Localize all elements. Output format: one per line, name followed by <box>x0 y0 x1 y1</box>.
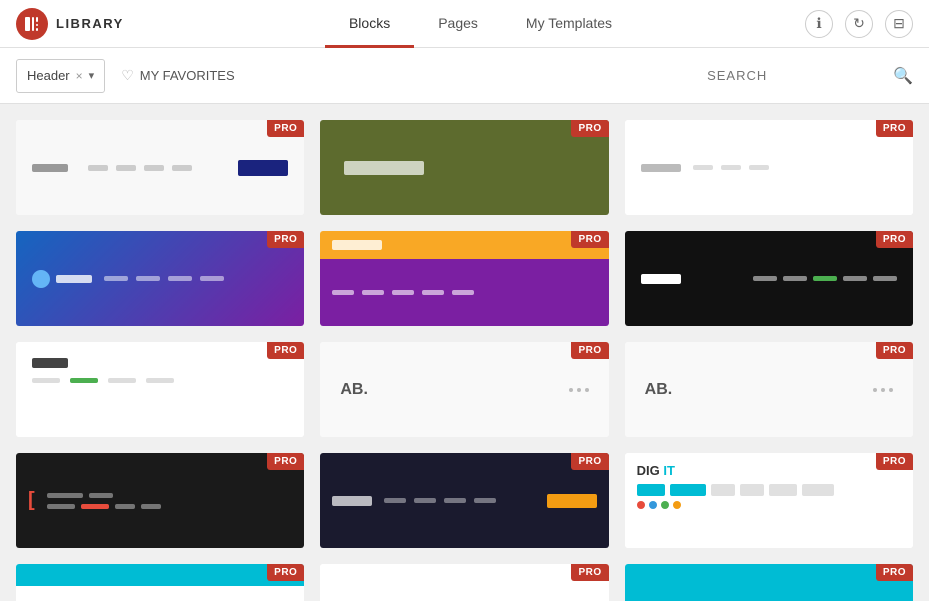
heart-icon: ♡ <box>121 67 134 84</box>
search-icon[interactable]: 🔍 <box>893 66 913 86</box>
clear-filter-button[interactable]: × <box>76 69 83 83</box>
template-card-6[interactable]: PRO <box>625 231 913 326</box>
refresh-icon-button[interactable]: ↻ <box>845 10 873 38</box>
pro-badge: PRO <box>876 231 913 248</box>
tab-pages[interactable]: Pages <box>414 0 502 48</box>
template-card-15[interactable]: PRO <box>625 564 913 601</box>
favorites-label: MY FAVORITES <box>140 68 235 83</box>
save-icon-button[interactable]: ⊟ <box>885 10 913 38</box>
template-preview-5 <box>320 231 608 326</box>
template-card-12[interactable]: DIG IT PRO <box>625 453 913 548</box>
pro-badge: PRO <box>876 342 913 359</box>
template-card-13[interactable]: PRO <box>16 564 304 601</box>
template-preview-9: AB. <box>625 342 913 437</box>
template-preview-7 <box>16 342 304 437</box>
filter-dropdown[interactable]: Header × ▾ <box>16 59 105 93</box>
elementor-logo-icon <box>16 8 48 40</box>
pro-badge: PRO <box>267 342 304 359</box>
header: LIBRARY Blocks Pages My Templates ℹ ↻ ⊟ <box>0 0 929 48</box>
template-card-10[interactable]: [ PRO <box>16 453 304 548</box>
template-preview-12: DIG IT <box>625 453 913 548</box>
template-card-3[interactable]: PRO <box>625 120 913 215</box>
template-card-8[interactable]: AB. PRO <box>320 342 608 437</box>
filter-value: Header <box>27 68 70 83</box>
chevron-down-icon: ▾ <box>89 69 95 82</box>
header-icons: ℹ ↻ ⊟ <box>805 10 913 38</box>
template-preview-10: [ <box>16 453 304 548</box>
pro-badge: PRO <box>571 564 608 581</box>
tab-my-templates[interactable]: My Templates <box>502 0 636 48</box>
template-preview-15 <box>625 564 913 601</box>
pro-badge: PRO <box>571 342 608 359</box>
tab-blocks[interactable]: Blocks <box>325 0 414 48</box>
pro-badge: PRO <box>571 120 608 137</box>
pro-badge: PRO <box>571 453 608 470</box>
pro-badge: PRO <box>876 453 913 470</box>
search-input[interactable] <box>707 68 887 83</box>
template-preview-3 <box>625 120 913 215</box>
template-card-9[interactable]: AB. PRO <box>625 342 913 437</box>
template-card-2[interactable]: PRO <box>320 120 608 215</box>
toolbar: Header × ▾ ♡ MY FAVORITES 🔍 <box>0 48 929 104</box>
template-preview-4 <box>16 231 304 326</box>
favorites-button[interactable]: ♡ MY FAVORITES <box>121 67 234 84</box>
template-grid: PRO PRO PRO <box>0 104 929 601</box>
pro-badge: PRO <box>571 231 608 248</box>
tabs: Blocks Pages My Templates <box>156 0 805 47</box>
pro-badge: PRO <box>876 564 913 581</box>
pro-badge: PRO <box>267 120 304 137</box>
template-card-4[interactable]: PRO <box>16 231 304 326</box>
info-icon-button[interactable]: ℹ <box>805 10 833 38</box>
template-preview-2 <box>320 120 608 215</box>
pro-badge: PRO <box>267 564 304 581</box>
search-area: 🔍 <box>707 66 913 86</box>
template-preview-11 <box>320 453 608 548</box>
pro-badge: PRO <box>876 120 913 137</box>
template-card-1[interactable]: PRO <box>16 120 304 215</box>
template-preview-6 <box>625 231 913 326</box>
template-preview-13 <box>16 564 304 601</box>
template-preview-1 <box>16 120 304 215</box>
logo-area: LIBRARY <box>16 8 156 40</box>
logo-text: LIBRARY <box>56 16 124 31</box>
template-card-5[interactable]: PRO <box>320 231 608 326</box>
template-card-14[interactable]: PARISIAN PRO <box>320 564 608 601</box>
template-preview-8: AB. <box>320 342 608 437</box>
pro-badge: PRO <box>267 231 304 248</box>
template-card-7[interactable]: PRO <box>16 342 304 437</box>
template-card-11[interactable]: PRO <box>320 453 608 548</box>
template-preview-14: PARISIAN <box>320 564 608 601</box>
pro-badge: PRO <box>267 453 304 470</box>
